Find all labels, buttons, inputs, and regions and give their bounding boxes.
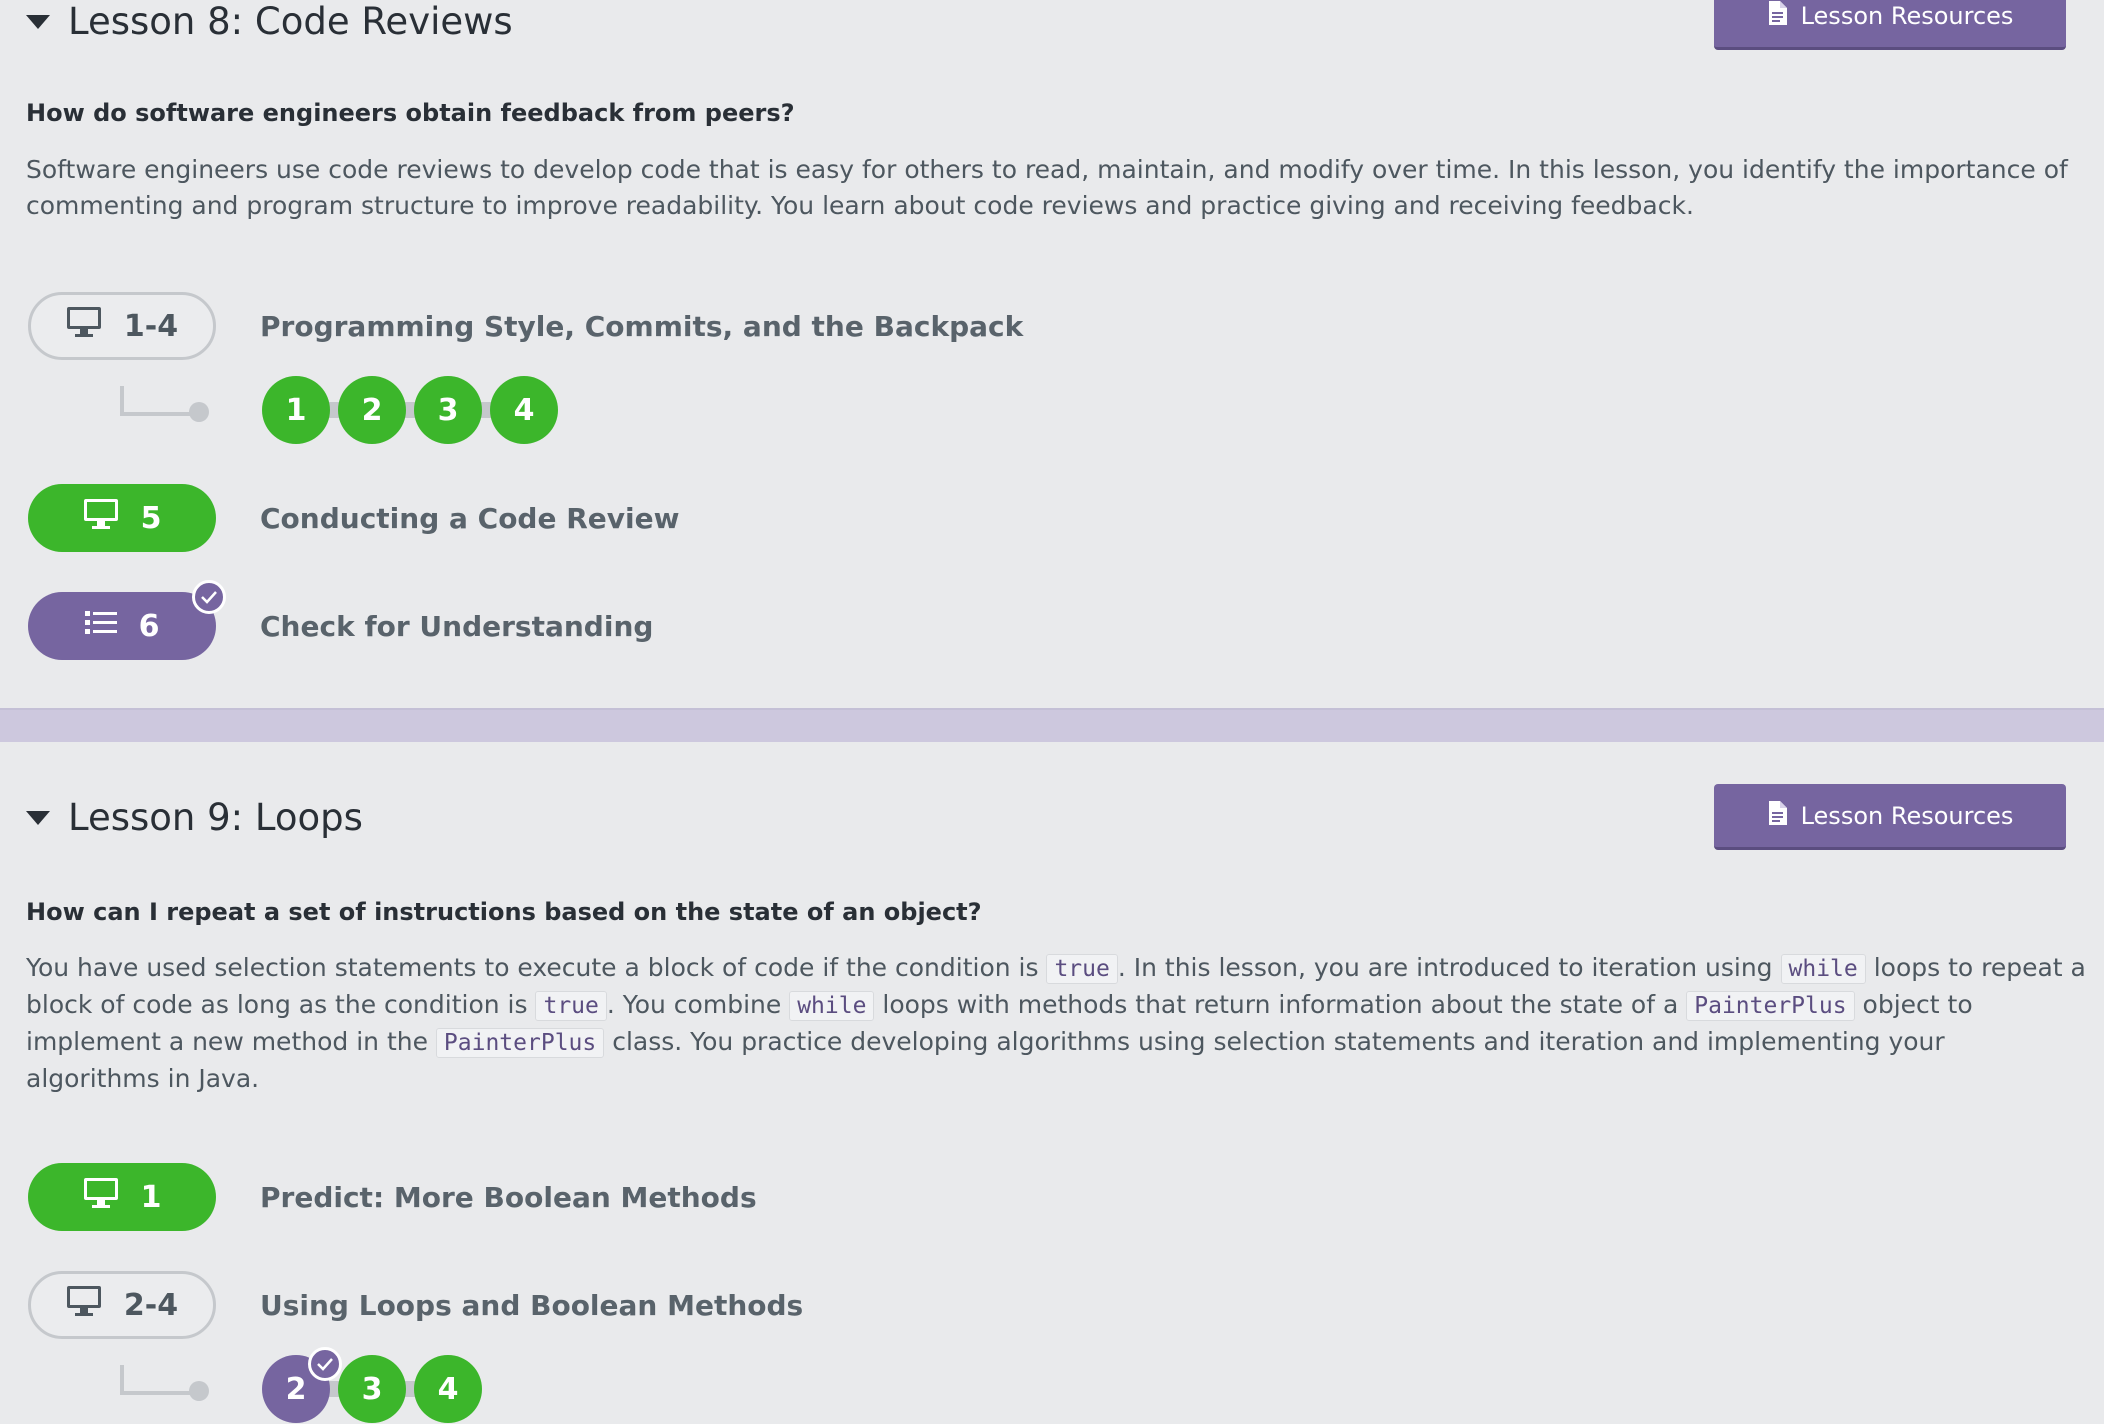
code-snippet: PainterPlus — [1686, 991, 1855, 1021]
lesson-8-question: How do software engineers obtain feedbac… — [26, 99, 795, 127]
overview-text: . In this lesson, you are introduced to … — [1117, 953, 1781, 982]
activity-label[interactable]: Check for Understanding — [260, 610, 653, 643]
activity-bubble[interactable]: 6 — [28, 580, 226, 660]
lesson-8-resources-button[interactable]: Lesson Resources — [1714, 0, 2066, 50]
code-snippet: true — [535, 991, 607, 1021]
level-connector — [120, 1365, 196, 1395]
activity-number: 2-4 — [123, 1287, 179, 1323]
list-icon — [84, 609, 117, 644]
activity-number: 1 — [140, 1179, 162, 1215]
activity-number: 6 — [138, 608, 160, 644]
activity-label[interactable]: Predict: More Boolean Methods — [260, 1181, 757, 1214]
activity-row[interactable]: 2-4 Using Loops and Boolean Methods — [28, 1271, 803, 1339]
activity-bubble[interactable]: 1 — [28, 1163, 216, 1231]
monitor-icon — [66, 1285, 102, 1325]
level-connector-dot — [189, 1381, 209, 1401]
level-connector — [120, 386, 196, 416]
level-bubble[interactable]: 2 — [262, 1347, 342, 1423]
activity-label[interactable]: Programming Style, Commits, and the Back… — [260, 310, 1023, 343]
overview-text: . You combine — [606, 990, 790, 1019]
level-bubble[interactable]: 4 — [490, 376, 558, 444]
lesson-9-resources-button[interactable]: Lesson Resources — [1714, 784, 2066, 850]
lesson-8-header[interactable]: Lesson 8: Code Reviews — [26, 0, 513, 43]
lesson-resources-label: Lesson Resources — [1800, 801, 2014, 830]
level-bubble[interactable]: 1 — [262, 376, 330, 444]
activity-row[interactable]: 1-4 Programming Style, Commits, and the … — [28, 292, 1023, 360]
activity-row[interactable]: 5 Conducting a Code Review — [28, 484, 679, 552]
lesson-9-title: Lesson 9: Loops — [68, 796, 363, 839]
level-bubble[interactable]: 3 — [338, 1355, 406, 1423]
level-bubble[interactable]: 2 — [338, 376, 406, 444]
activity-bubble[interactable]: 1-4 — [28, 292, 216, 360]
activity-row[interactable]: 1 Predict: More Boolean Methods — [28, 1163, 757, 1231]
level-connector-dot — [189, 402, 209, 422]
lesson-8-overview: Software engineers use code reviews to d… — [26, 155, 2068, 220]
checkmark-icon — [308, 1347, 342, 1381]
activity-number: 1-4 — [123, 308, 179, 344]
lesson-9-question: How can I repeat a set of instructions b… — [26, 898, 982, 926]
activity-bubble[interactable]: 5 — [28, 484, 216, 552]
monitor-icon — [66, 306, 102, 346]
lesson-resources-label: Lesson Resources — [1800, 1, 2014, 30]
lesson-divider — [0, 708, 2104, 742]
document-icon — [1767, 0, 1787, 31]
level-group: 2 3 4 — [262, 1347, 490, 1423]
caret-down-icon[interactable] — [26, 14, 50, 29]
document-icon — [1767, 800, 1787, 831]
overview-text: loops with methods that return informati… — [874, 990, 1687, 1019]
monitor-icon — [83, 1177, 119, 1217]
lesson-8-title: Lesson 8: Code Reviews — [68, 0, 513, 43]
checkmark-icon — [192, 580, 226, 614]
level-bubble[interactable]: 3 — [414, 376, 482, 444]
code-snippet: while — [789, 991, 875, 1021]
level-bubble[interactable]: 4 — [414, 1355, 482, 1423]
activity-label[interactable]: Using Loops and Boolean Methods — [260, 1289, 803, 1322]
code-snippet: true — [1046, 954, 1118, 984]
activity-number: 5 — [140, 500, 162, 536]
caret-down-icon[interactable] — [26, 810, 50, 825]
code-snippet: while — [1780, 954, 1866, 984]
activity-label[interactable]: Conducting a Code Review — [260, 502, 679, 535]
level-group: 1 2 3 4 — [262, 376, 566, 444]
overview-text: You have used selection statements to ex… — [26, 953, 1047, 982]
activity-bubble[interactable]: 2-4 — [28, 1271, 216, 1339]
monitor-icon — [83, 498, 119, 538]
lesson-9-header[interactable]: Lesson 9: Loops — [26, 796, 363, 839]
code-snippet: PainterPlus — [435, 1028, 605, 1058]
lesson-9-overview: You have used selection statements to ex… — [26, 950, 2086, 1097]
level-number: 2 — [285, 1371, 307, 1407]
activity-row[interactable]: 6 Check for Understanding — [28, 580, 653, 660]
